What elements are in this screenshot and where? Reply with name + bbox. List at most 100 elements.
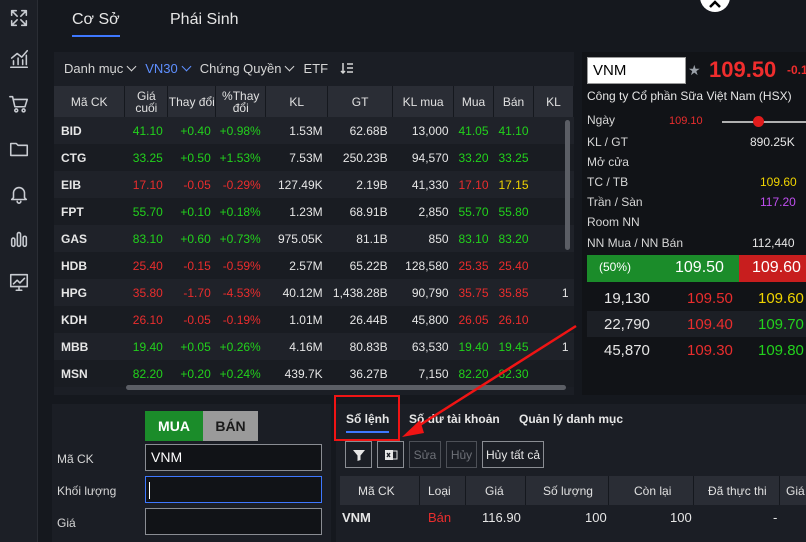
- order-symbol-label: Mã CK: [57, 452, 94, 466]
- collapse-button[interactable]: [700, 0, 730, 12]
- quote-change: -0.1: [787, 63, 806, 77]
- folder-icon[interactable]: [7, 137, 31, 161]
- order-symbol-input[interactable]: VNM: [145, 444, 322, 471]
- col-separator: [465, 476, 466, 505]
- export-excel-button[interactable]: [377, 441, 404, 468]
- ocol-type: Loại: [428, 484, 451, 498]
- cell-change: +0.05: [167, 333, 216, 360]
- col-value[interactable]: GT: [327, 86, 394, 117]
- cell-volume: 1.23M: [265, 198, 328, 225]
- order-price-input[interactable]: [145, 508, 322, 535]
- cell-change: +0.20: [167, 360, 216, 387]
- filter-warrant[interactable]: Chứng Quyền: [200, 61, 295, 76]
- col-last[interactable]: Giá cuối: [124, 86, 169, 117]
- table-row[interactable]: GAS 83.10 +0.60 +0.73% 975.05K 81.1B 850 83.10 8…: [54, 225, 574, 252]
- table-row[interactable]: FPT 55.70 +0.10 +0.18% 1.23M 68.91B 2,850 55.70…: [54, 198, 574, 225]
- cell-volume: 1.53M: [265, 117, 328, 144]
- filter-button[interactable]: [345, 441, 372, 468]
- tc-tb-label: TC / TB: [587, 175, 629, 189]
- cell-bid: 41.05: [453, 117, 494, 144]
- cancel-all-button[interactable]: Hủy tất cả: [482, 441, 544, 468]
- cell-value: 68.91B: [327, 198, 393, 225]
- tab-co-so[interactable]: Cơ Sở: [72, 11, 120, 37]
- col-pct-change[interactable]: %Thay đổi: [215, 86, 267, 117]
- orders-panel: Sổ lệnh Số dư tài khoản Quản lý danh mục: [336, 404, 806, 542]
- ocol-executed: Đã thực thi: [708, 484, 767, 498]
- cell-ask: 55.80: [493, 198, 534, 225]
- cell-ask: 26.10: [493, 306, 534, 333]
- cell-symbol: MSN: [54, 360, 125, 387]
- order-book-row[interactable]: 22,790 109.40 109.70: [587, 311, 806, 337]
- table-row[interactable]: CTG 33.25 +0.50 +1.53% 7.53M 250.23B 94,570 33.…: [54, 144, 574, 171]
- table-row[interactable]: BID 41.10 +0.40 +0.98% 1.53M 62.68B 13,000 41.0…: [54, 117, 574, 144]
- bell-icon[interactable]: [7, 182, 31, 206]
- monitor-chart-icon[interactable]: [7, 270, 31, 294]
- fullscreen-icon[interactable]: [7, 6, 31, 30]
- cell-change: -1.70: [167, 279, 216, 306]
- col-change[interactable]: Thay đổi: [167, 86, 217, 117]
- cell-ask: 35.85: [493, 279, 534, 306]
- order-book-row[interactable]: 45,870 109.30 109.80: [587, 337, 806, 363]
- sell-button[interactable]: BÁN: [203, 411, 258, 441]
- filter-category[interactable]: Danh mục: [64, 60, 137, 76]
- cell-bid-volume: 94,570: [392, 144, 454, 171]
- col-symbol[interactable]: Mã CK: [54, 86, 126, 117]
- bid-ratio-percent: (50%): [599, 260, 632, 274]
- cell-change: +0.10: [167, 198, 216, 225]
- modify-order-button[interactable]: Sửa: [409, 441, 441, 468]
- order-row-quantity: 100: [585, 510, 607, 525]
- day-range-marker: [753, 116, 764, 127]
- filter-vn30[interactable]: VN30: [145, 61, 192, 76]
- filter-category-label: Danh mục: [64, 60, 124, 76]
- star-icon[interactable]: ★: [688, 62, 701, 79]
- order-volume-input[interactable]: [145, 476, 322, 503]
- day-range-label: Ngày: [587, 113, 616, 127]
- order-book-row[interactable]: 19,130 109.50 109.60: [587, 285, 806, 311]
- order-row-executed: -: [773, 510, 778, 525]
- quote-symbol-input[interactable]: VNM: [587, 57, 686, 84]
- cell-symbol: HPG: [54, 279, 125, 306]
- left-sidebar: [0, 0, 38, 542]
- col-ask[interactable]: Bán: [493, 86, 534, 117]
- order-row-symbol[interactable]: VNM: [342, 510, 371, 525]
- col-volume[interactable]: KL: [265, 86, 329, 117]
- line-chart-icon[interactable]: [7, 47, 31, 71]
- cell-pct-change: -0.29%: [215, 171, 266, 198]
- cell-symbol: CTG: [54, 144, 125, 171]
- cancel-order-button[interactable]: Hủy: [446, 441, 477, 468]
- table-row[interactable]: HDB 25.40 -0.15 -0.59% 2.57M 65.22B 128,580 25.…: [54, 252, 574, 279]
- horizontal-scrollbar[interactable]: [126, 385, 566, 390]
- best-bid: 109.50: [675, 259, 724, 276]
- buy-button[interactable]: MUA: [145, 411, 203, 441]
- cell-bid-volume: 41,330: [392, 171, 454, 198]
- table-row[interactable]: EIB 17.10 -0.05 -0.29% 127.49K 2.19B 41,330 17.…: [54, 171, 574, 198]
- vertical-scrollbar[interactable]: [565, 120, 570, 250]
- tab-portfolio[interactable]: Quản lý danh mục: [519, 412, 623, 426]
- tab-account-balance[interactable]: Số dư tài khoản: [409, 412, 500, 426]
- cell-volume: 975.05K: [265, 225, 328, 252]
- col-bid[interactable]: Mua: [453, 86, 495, 117]
- tab-phai-sinh[interactable]: Phái Sinh: [170, 11, 239, 29]
- foreign-trade-label: NN Mua / NN Bán: [587, 236, 684, 250]
- table-row[interactable]: HPG 35.80 -1.70 -4.53% 40.12M 1,438.28B 90,790…: [54, 279, 574, 306]
- table-row[interactable]: MBB 19.40 +0.05 +0.26% 4.16M 80.83B 63,530 19.4…: [54, 333, 574, 360]
- cell-volume: 7.53M: [265, 144, 328, 171]
- table-row[interactable]: KDH 26.10 -0.05 -0.19% 1.01M 26.44B 45,800 26.0…: [54, 306, 574, 333]
- book-bid: 109.50: [687, 290, 733, 307]
- cell-ask: 82.30: [493, 360, 534, 387]
- col-bid-volume[interactable]: KL mua: [392, 86, 455, 117]
- cell-value: 250.23B: [327, 144, 393, 171]
- cell-ask: 17.15: [493, 171, 534, 198]
- chevron-down-icon: [126, 61, 137, 71]
- cell-ask-volume: 1: [533, 333, 574, 360]
- bar-chart-icon[interactable]: [7, 227, 31, 251]
- cart-icon[interactable]: [7, 92, 31, 116]
- col-ask-volume[interactable]: KL: [533, 86, 574, 117]
- cell-last: 26.10: [124, 306, 168, 333]
- table-row[interactable]: MSN 82.20 +0.20 +0.24% 439.7K 36.27B 7,150 82.2…: [54, 360, 574, 387]
- cell-value: 65.22B: [327, 252, 393, 279]
- filter-etf[interactable]: ETF: [303, 61, 328, 76]
- cell-symbol: MBB: [54, 333, 125, 360]
- cell-ask-volume: [533, 252, 574, 279]
- sort-icon[interactable]: [340, 61, 354, 75]
